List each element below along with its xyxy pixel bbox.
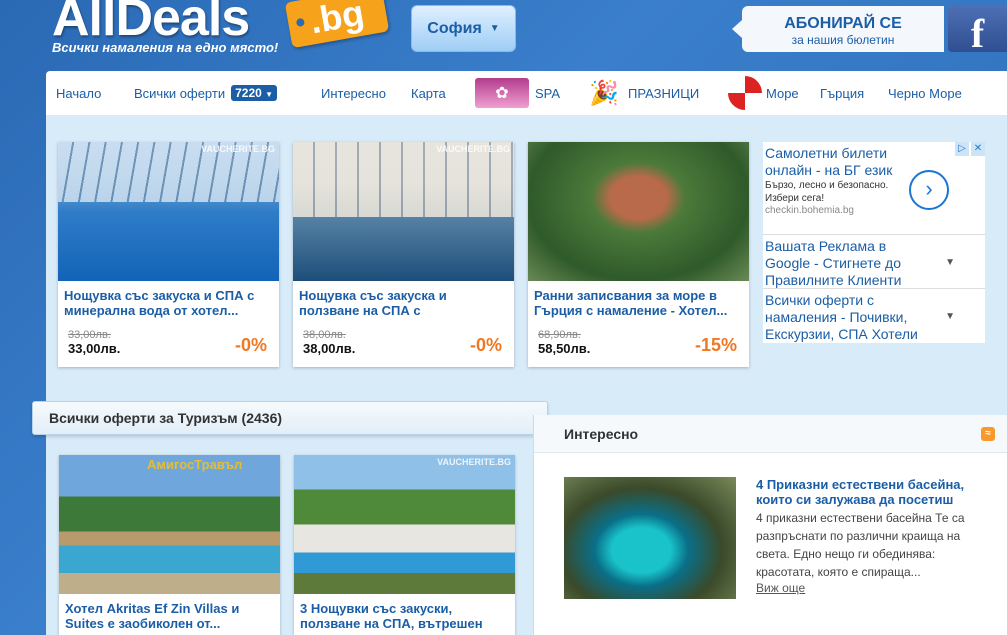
ad-headline[interactable]: Вашата Реклама в Google - Стигнете до Пр… bbox=[765, 238, 935, 289]
article-title[interactable]: 4 Приказни естествени басейна, които си … bbox=[756, 477, 976, 507]
image-watermark: VAUCHERITE.BG bbox=[437, 457, 511, 467]
interesting-header: Интересно ≈ bbox=[534, 415, 1007, 453]
interesting-panel: Интересно ≈ 4 Приказни естествени басейн… bbox=[533, 415, 1007, 635]
nav-sea-label: Море bbox=[766, 85, 799, 101]
section-header-tourism[interactable]: Всички оферти за Туризъм (2436) bbox=[32, 401, 548, 444]
discount-label: -0% bbox=[234, 335, 267, 355]
nav-all-offers[interactable]: Всички оферти 7220 ▼ bbox=[134, 71, 278, 115]
chevron-right-icon[interactable]: › bbox=[909, 170, 949, 210]
ad-headline[interactable]: Самолетни билети онлайн - на БГ език bbox=[765, 145, 905, 179]
ad-item[interactable]: Вашата Реклама в Google - Стигнете до Пр… bbox=[763, 235, 985, 289]
subscribe-subtitle: за нашия бюлетин bbox=[791, 33, 895, 47]
ad-description: Бързо, лесно и безопасно. Избери сега! bbox=[765, 180, 889, 204]
read-more-link[interactable]: Виж още bbox=[756, 581, 805, 595]
deal-title[interactable]: Ранни записвания за море в Гърция с нама… bbox=[528, 281, 749, 325]
nav-home[interactable]: Начало bbox=[56, 71, 101, 115]
chevron-down-icon: ▼ bbox=[265, 90, 274, 99]
deal-image[interactable]: VAUCHERITE.BG bbox=[293, 142, 514, 281]
main-navigation: Начало Всички оферти 7220 ▼ Интересно Ка… bbox=[46, 71, 1007, 115]
nav-spa-label: SPA bbox=[535, 85, 561, 101]
nav-black-sea[interactable]: Черно Море bbox=[888, 71, 962, 115]
offers-count: 7220 bbox=[235, 86, 262, 100]
ad-url[interactable]: checkin.bohemia.bg bbox=[765, 205, 983, 216]
deal-prices: 38,00лв. 38,00лв. -0% bbox=[293, 325, 514, 367]
deal-title[interactable]: Хотел Akritas Ef Zin Villas и Suites е з… bbox=[59, 594, 280, 635]
beach-umbrella-icon bbox=[728, 76, 762, 110]
celebration-icon: 🎉 bbox=[589, 79, 619, 107]
deal-prices: 33,00лв. 33,00лв. -0% bbox=[58, 325, 279, 367]
offers-count-badge: 7220 ▼ bbox=[231, 85, 278, 101]
deal-card[interactable]: VAUCHERITE.BG Нощувка със закуска и СПА … bbox=[58, 142, 279, 367]
chevron-down-icon[interactable]: ▼ bbox=[945, 257, 955, 268]
nav-interesting[interactable]: Интересно bbox=[321, 71, 386, 115]
chevron-down-icon[interactable]: ▼ bbox=[945, 311, 955, 322]
nav-holidays[interactable]: 🎉 ПРАЗНИЦИ bbox=[586, 71, 699, 115]
deal-card[interactable]: АмигосТравъл Хотел Akritas Ef Zin Villas… bbox=[59, 455, 280, 635]
image-watermark: VAUCHERITE.BG bbox=[201, 144, 275, 154]
deal-image[interactable]: VAUCHERITE.BG bbox=[294, 455, 515, 594]
nav-holidays-label: ПРАЗНИЦИ bbox=[628, 85, 700, 101]
city-label: София bbox=[427, 19, 482, 37]
rss-icon[interactable]: ≈ bbox=[981, 427, 995, 441]
facebook-icon[interactable]: f bbox=[948, 6, 1007, 56]
deal-card[interactable]: Ранни записвания за море в Гърция с нама… bbox=[528, 142, 749, 367]
deal-card[interactable]: VAUCHERITE.BG Нощувка със закуска и полз… bbox=[293, 142, 514, 367]
nav-all-offers-label: Всички оферти bbox=[134, 85, 226, 101]
discount-label: -15% bbox=[694, 335, 737, 355]
deal-image[interactable] bbox=[528, 142, 749, 281]
interesting-heading: Интересно bbox=[564, 425, 639, 442]
nav-spa[interactable]: ✿ SPA bbox=[475, 71, 560, 115]
deal-prices: 68,90лв. 58,50лв. -15% bbox=[528, 325, 749, 367]
subscribe-title: АБОНИРАЙ СЕ bbox=[784, 15, 902, 32]
discount-label: -0% bbox=[469, 335, 502, 355]
chevron-down-icon: ▼ bbox=[489, 23, 500, 34]
ad-item[interactable]: Всички оферти с намаления - Почивки, Екс… bbox=[763, 289, 985, 343]
main-content: VAUCHERITE.BG Нощувка със закуска и СПА … bbox=[32, 115, 1007, 635]
deal-title[interactable]: Нощувка със закуска и ползване на СПА с bbox=[293, 281, 514, 325]
ad-block: ▷ ✕ Самолетни билети онлайн - на БГ език… bbox=[763, 142, 985, 343]
logo-tld-tag: .bg bbox=[284, 0, 390, 49]
article-image[interactable] bbox=[564, 477, 736, 599]
city-selector-button[interactable]: София ▼ bbox=[411, 5, 516, 52]
nav-sea[interactable]: Море bbox=[728, 71, 799, 115]
ad-item[interactable]: Самолетни билети онлайн - на БГ език Бър… bbox=[763, 142, 985, 235]
deal-image[interactable]: АмигосТравъл bbox=[59, 455, 280, 594]
spa-icon: ✿ bbox=[475, 78, 529, 108]
ad-headline[interactable]: Всички оферти с намаления - Почивки, Екс… bbox=[765, 292, 935, 343]
nav-map[interactable]: Карта bbox=[411, 71, 446, 115]
deal-card[interactable]: VAUCHERITE.BG 3 Нощувки със закуски, пол… bbox=[294, 455, 515, 635]
article-excerpt: 4 приказни естествени басейна Те са разп… bbox=[756, 511, 965, 579]
deal-image[interactable]: VAUCHERITE.BG bbox=[58, 142, 279, 281]
site-slogan: Всички намаления на едно място! bbox=[52, 40, 279, 55]
image-watermark: VAUCHERITE.BG bbox=[436, 144, 510, 154]
newsletter-subscribe-button[interactable]: АБОНИРАЙ СЕ за нашия бюлетин bbox=[732, 6, 944, 52]
nav-greece[interactable]: Гърция bbox=[820, 71, 864, 115]
deal-title[interactable]: 3 Нощувки със закуски, ползване на СПА, … bbox=[294, 594, 515, 635]
image-watermark: АмигосТравъл bbox=[147, 457, 243, 472]
deal-title[interactable]: Нощувка със закуска и СПА с минерална во… bbox=[58, 281, 279, 325]
